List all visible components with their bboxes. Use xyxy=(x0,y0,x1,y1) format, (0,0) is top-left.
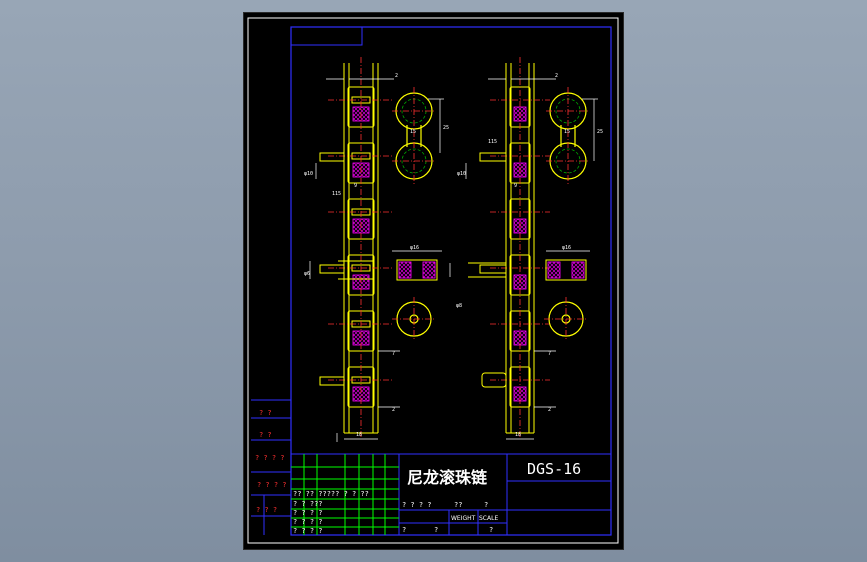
mid-row-weight-val: ?? xyxy=(454,501,462,509)
right-chain-side-pins xyxy=(479,152,507,388)
dim-label: 9 xyxy=(354,183,357,189)
dim-label: φ10 xyxy=(304,171,313,177)
dim-label: φ6 xyxy=(304,271,310,277)
title-block-grid-text: ?? ?? ????? ? ? ?? ? ? ??? ? ? ? ? ? ? ?… xyxy=(293,490,488,535)
dim-label: 9 xyxy=(514,183,517,189)
left-strip-cell: ? ? ? xyxy=(256,506,277,514)
part-name: 尼龙滚珠链 xyxy=(407,468,488,487)
drawing-number: DGS-16 xyxy=(527,460,581,478)
left-strip-cell: ? ? xyxy=(259,409,272,417)
dim-label: φ16 xyxy=(410,245,419,251)
dim-label: 18 xyxy=(515,432,521,438)
grid-row: ?? ?? ????? ? ? ?? xyxy=(293,490,369,498)
mid-row-qmarks: ? ? ? ? xyxy=(402,501,432,509)
dim-label: 2 xyxy=(548,407,551,413)
dim-label: 15 xyxy=(564,129,570,135)
dim-label: 7 xyxy=(548,351,551,357)
left-strip-cell: ? ? ? ? xyxy=(255,454,285,462)
left-chain-side-pins xyxy=(319,152,345,386)
left-strip-cell: ? ? ? ? xyxy=(257,481,287,489)
scale-label: SCALE xyxy=(479,515,498,522)
dim-label: 2 xyxy=(555,73,558,79)
dim-label: 25 xyxy=(597,129,603,135)
dim-label: 25 xyxy=(443,125,449,131)
left-strip-text: ? ? ? ? ? ? ? ? ? ? ? ? ? ? ? xyxy=(255,409,287,514)
dim-label: 115 xyxy=(332,191,341,197)
bottom-row-placeholder: ? xyxy=(402,526,406,534)
bottom-row-placeholder: ? xyxy=(489,526,493,534)
grid-row: ? ? ??? xyxy=(293,500,323,508)
left-roller-section-hatch xyxy=(398,261,436,279)
grid-row: ? ? ? ? xyxy=(293,518,323,526)
title-block-grid-qmarks: ? ? ? xyxy=(402,526,493,534)
dim-label: 7 xyxy=(392,351,395,357)
grid-row: ? ? ? ? xyxy=(293,527,323,535)
right-chain-centerlines xyxy=(490,57,550,438)
dim-label: 15 xyxy=(410,129,416,135)
dim-label: φ8 xyxy=(456,303,462,309)
dim-label: φ10 xyxy=(457,171,466,177)
cad-drawing-sheet[interactable]: ? ? ? ? ? ? ? ? ? ? ? ? ? ? ? ?? ?? ????… xyxy=(244,13,623,549)
left-chain-centerlines xyxy=(328,57,394,438)
dim-label: 18 xyxy=(356,432,362,438)
dim-label: φ16 xyxy=(562,245,571,251)
right-chain-view xyxy=(479,57,550,438)
top-left-label-box xyxy=(290,26,363,46)
left-strip xyxy=(251,399,291,535)
bottom-row-placeholder: ? xyxy=(434,526,438,534)
left-chain-view xyxy=(319,57,394,438)
dim-label: 2 xyxy=(395,73,398,79)
dim-label: 115 xyxy=(488,139,497,145)
left-strip-cell: ? ? xyxy=(259,431,272,439)
drawing-frame xyxy=(290,26,612,536)
weight-label: WEIGHT xyxy=(451,515,476,522)
grid-row: ? ? ? ? xyxy=(293,509,323,517)
right-roller-section-hatch xyxy=(547,261,585,279)
mid-row-scale-val: ? xyxy=(484,501,488,509)
dim-label: 2 xyxy=(392,407,395,413)
